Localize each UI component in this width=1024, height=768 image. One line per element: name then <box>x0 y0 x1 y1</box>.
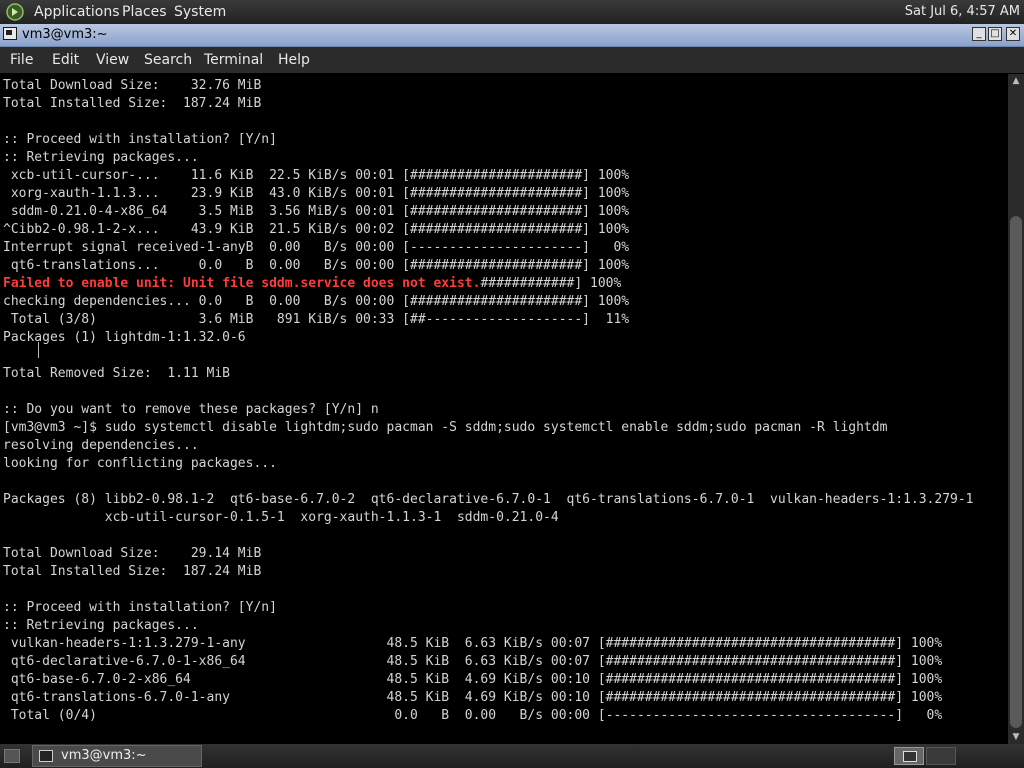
maximize-button[interactable]: □ <box>988 27 1002 41</box>
terminal-output[interactable]: Total Download Size: 32.76 MiB Total Inst… <box>0 74 1008 744</box>
scroll-up-arrow-icon[interactable]: ▲ <box>1008 74 1024 88</box>
menu-edit[interactable]: Edit <box>52 52 79 68</box>
terminal-line: :: Retrieving packages... <box>3 618 199 633</box>
terminal-line: Total Download Size: 32.76 MiB <box>3 78 262 93</box>
terminal-icon <box>39 750 53 762</box>
terminal-line: qt6-declarative-6.7.0-1-x86_64 48.5 KiB … <box>3 654 943 669</box>
window-title: vm3@vm3:~ <box>22 27 108 42</box>
terminal-line: Failed to enable unit: Unit file sddm.se… <box>3 275 1008 293</box>
terminal-line: resolving dependencies... <box>3 438 199 453</box>
terminal-line: Total Removed Size: 1.11 MiB <box>3 366 230 381</box>
minimize-button[interactable]: _ <box>972 27 986 41</box>
terminal-line: :: Proceed with installation? [Y/n] <box>3 132 277 147</box>
taskbar-window-label: vm3@vm3:~ <box>61 748 147 763</box>
terminal-line: Packages (8) libb2-0.98.1-2 qt6-base-6.7… <box>3 492 974 507</box>
progress-tail: ############] 100% <box>480 276 622 291</box>
terminal-line: xcb-util-cursor-... 11.6 KiB 22.5 KiB/s … <box>3 168 630 183</box>
menu-help[interactable]: Help <box>278 52 310 68</box>
mouse-ibeam-cursor <box>38 342 43 358</box>
terminal-icon[interactable] <box>3 27 17 40</box>
terminal-line: Total (3/8) 3.6 MiB 891 KiB/s 00:33 [##-… <box>3 312 630 327</box>
terminal-line: Total (0/4) 0.0 B 0.00 B/s 00:00 [------… <box>3 708 943 723</box>
terminal-line: looking for conflicting packages... <box>3 456 277 471</box>
terminal-line: checking dependencies... 0.0 B 0.00 B/s … <box>3 294 630 309</box>
terminal-line: qt6-translations-6.7.0-1-any 48.5 KiB 4.… <box>3 690 943 705</box>
terminal-line: Total Download Size: 29.14 MiB <box>3 546 262 561</box>
terminal-text[interactable]: Total Download Size: 32.76 MiB Total Inst… <box>0 74 1008 725</box>
top-panel: Applications Places System Sat Jul 6, 4:… <box>0 0 1024 24</box>
terminal-line: :: Do you want to remove these packages?… <box>3 402 379 417</box>
taskbar-window-button[interactable]: vm3@vm3:~ <box>32 745 202 767</box>
terminal-line: vulkan-headers-1:1.3.279-1-any 48.5 KiB … <box>3 636 943 651</box>
error-message: Failed to enable unit: Unit file sddm.se… <box>3 276 481 291</box>
terminal-line: sddm-0.21.0-4-x86_64 3.5 MiB 3.56 MiB/s … <box>3 204 630 219</box>
terminal-line: :: Proceed with installation? [Y/n] <box>3 600 277 615</box>
menu-terminal[interactable]: Terminal <box>204 52 263 68</box>
scrollbar-thumb[interactable] <box>1010 216 1022 728</box>
menu-file[interactable]: File <box>10 52 33 68</box>
terminal-line: Total Installed Size: 187.24 MiB <box>3 564 262 579</box>
show-desktop-button[interactable] <box>4 749 20 763</box>
window-titlebar[interactable]: vm3@vm3:~ _ □ ✕ <box>0 24 1024 47</box>
bottom-panel: vm3@vm3:~ <box>0 744 1024 768</box>
terminal-scrollbar[interactable]: ▲ ▼ <box>1008 74 1024 744</box>
applications-menu[interactable]: Applications <box>34 4 120 20</box>
terminal-line: Interrupt signal received-1-anyB 0.00 B/… <box>3 240 630 255</box>
terminal-line: [vm3@vm3 ~]$ sudo systemctl disable ligh… <box>3 420 888 435</box>
foot-logo-icon[interactable] <box>6 3 24 21</box>
terminal-line: xcb-util-cursor-0.1.5-1 xorg-xauth-1.1.3… <box>3 510 559 525</box>
terminal-menubar: File Edit View Search Terminal Help <box>0 47 1024 73</box>
workspace-2-button[interactable] <box>926 747 956 765</box>
menu-view[interactable]: View <box>96 52 129 68</box>
terminal-line: ^Cibb2-0.98.1-2-x... 43.9 KiB 21.5 KiB/s… <box>3 222 630 237</box>
terminal-line: qt6-translations... 0.0 B 0.00 B/s 00:00… <box>3 258 630 273</box>
terminal-line: Packages (1) lightdm-1:1.32.0-6 <box>3 330 246 345</box>
workspace-1-button[interactable] <box>894 747 924 765</box>
terminal-line: qt6-base-6.7.0-2-x86_64 48.5 KiB 4.69 Ki… <box>3 672 943 687</box>
scroll-down-arrow-icon[interactable]: ▼ <box>1008 730 1024 744</box>
close-button[interactable]: ✕ <box>1006 27 1020 41</box>
terminal-line: :: Retrieving packages... <box>3 150 199 165</box>
terminal-line: xorg-xauth-1.1.3... 23.9 KiB 43.0 KiB/s … <box>3 186 630 201</box>
menu-search[interactable]: Search <box>144 52 192 68</box>
system-menu[interactable]: System <box>174 4 226 20</box>
terminal-line: Total Installed Size: 187.24 MiB <box>3 96 262 111</box>
places-menu[interactable]: Places <box>122 4 167 20</box>
clock[interactable]: Sat Jul 6, 4:57 AM <box>905 4 1020 20</box>
